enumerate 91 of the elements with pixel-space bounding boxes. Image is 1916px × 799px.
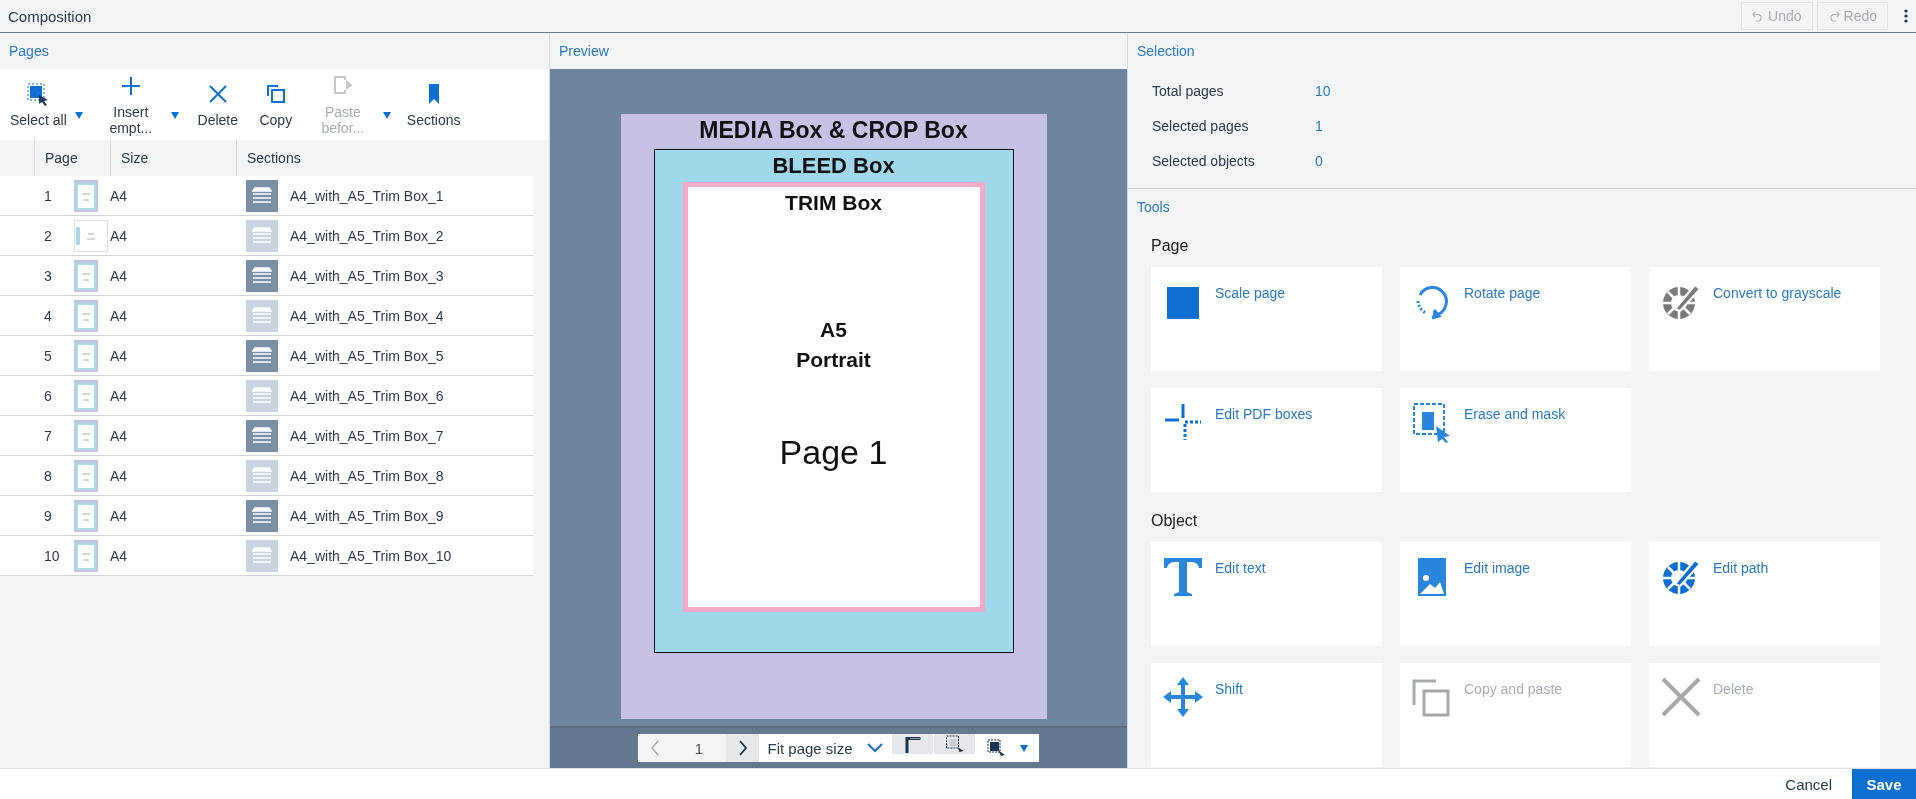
page-number: 1 [43, 187, 53, 204]
media-box-label: MEDIA Box & CROP Box [699, 117, 968, 144]
page-size: A4 [110, 347, 129, 364]
page-size: A4 [110, 467, 129, 484]
section-name: A4_with_A5_Trim Box_5 [290, 347, 444, 364]
tool-card[interactable]: Edit path [1649, 542, 1880, 646]
page-thumbnail[interactable] [74, 379, 98, 412]
chevron-right-icon [737, 740, 748, 756]
chevron-down-icon [866, 743, 883, 753]
chevron-left-icon [649, 740, 660, 756]
tool-card[interactable]: Shift [1151, 663, 1382, 767]
previous-page-button[interactable] [638, 734, 672, 762]
tool-card[interactable]: Edit PDF boxes [1151, 388, 1382, 492]
page-label: Page 1 [779, 433, 888, 472]
selection-cursor-icon [986, 738, 1006, 758]
stat-value: 0 [1315, 152, 1323, 169]
move-arrows-icon [1161, 675, 1205, 719]
group-title: Object [1151, 512, 1199, 530]
page-thumbnail[interactable] [74, 179, 98, 212]
section-name: A4_with_A5_Trim Box_9 [290, 507, 444, 524]
page-size: A4 [110, 227, 129, 244]
page-number: 5 [43, 347, 53, 364]
page-number: 2 [43, 227, 53, 244]
stat-value: 10 [1315, 82, 1331, 99]
panel-title: Preview [559, 43, 609, 59]
tool-card[interactable]: Edit image [1400, 542, 1631, 646]
page-thumbnail[interactable] [74, 299, 98, 332]
toolbar-button[interactable]: Delete [188, 81, 247, 128]
section-name: A4_with_A5_Trim Box_7 [290, 427, 444, 444]
tool-card[interactable]: Erase and mask [1400, 388, 1631, 492]
page-number: 3 [43, 267, 53, 284]
stat-label: Total pages [1152, 82, 1225, 99]
caret-icon[interactable] [74, 112, 83, 119]
section-name: A4_with_A5_Trim Box_6 [290, 387, 444, 404]
page-thumbnail[interactable] [74, 539, 98, 572]
page-size: A4 [110, 267, 129, 284]
section-name: A4_with_A5_Trim Box_4 [290, 307, 444, 324]
page-number: 4 [43, 307, 53, 324]
page-number: 10 [43, 547, 61, 564]
close-icon [1659, 675, 1703, 719]
section-name: A4_with_A5_Trim Box_2 [290, 227, 444, 244]
group-title: Page [1151, 237, 1190, 255]
panel-title: Tools [1137, 199, 1170, 215]
marquee-select-icon[interactable] [933, 734, 975, 754]
page-thumbnail[interactable] [74, 219, 108, 252]
page-number: 6 [43, 387, 53, 404]
page-number: 9 [43, 507, 53, 524]
page-size: A4 [110, 387, 129, 404]
caret-icon[interactable] [170, 112, 179, 119]
section-name: A4_with_A5_Trim Box_8 [290, 467, 444, 484]
section-name: A4_with_A5_Trim Box_10 [290, 547, 452, 564]
page-thumbnail[interactable] [74, 339, 98, 372]
page-thumbnail[interactable] [74, 419, 98, 452]
tool-card[interactable]: Convert to grayscale [1649, 267, 1880, 371]
trim-box-label: TRIM Box [785, 191, 882, 215]
page-size: A4 [110, 187, 129, 204]
stat-label: Selected objects [1152, 152, 1256, 169]
ruler-icon[interactable] [891, 734, 933, 754]
toolbar-button[interactable]: Sections [400, 81, 467, 128]
stat-value: 1 [1315, 117, 1323, 134]
panel-title: Selection [1137, 43, 1195, 59]
stat-label: Selected pages [1152, 117, 1250, 134]
more-options-icon[interactable] [1904, 9, 1908, 23]
undo-icon [1752, 10, 1765, 22]
window-title: Composition [8, 7, 92, 25]
page-size: A4 [110, 547, 129, 564]
bleed-box-label: BLEED Box [772, 153, 895, 179]
section-name: A4_with_A5_Trim Box_1 [290, 187, 444, 204]
section-name: A4_with_A5_Trim Box_3 [290, 267, 444, 284]
page-number: 8 [43, 467, 53, 484]
next-page-button[interactable] [726, 734, 760, 762]
format-label: A5 [820, 317, 847, 343]
panel-title: Pages [9, 43, 49, 59]
tool-card[interactable]: Rotate page [1400, 267, 1631, 371]
tool-card[interactable]: Edit text [1151, 542, 1382, 646]
page-size: A4 [110, 427, 129, 444]
toolbar-button[interactable]: Copy [246, 81, 305, 128]
caret-icon[interactable] [1020, 744, 1028, 752]
redo-icon [1827, 10, 1840, 22]
page-size: A4 [110, 307, 129, 324]
toolbar-button[interactable]: Insert empt... [92, 73, 169, 136]
toolbar-button[interactable]: Select all [4, 81, 73, 128]
page-thumbnail[interactable] [74, 499, 98, 532]
page-thumbnail[interactable] [74, 259, 98, 292]
page-thumbnail[interactable] [74, 459, 98, 492]
save-button[interactable]: Save [1852, 769, 1916, 799]
format-label: Portrait [796, 347, 871, 373]
page-number-field[interactable]: 1 [671, 734, 727, 762]
page-size: A4 [110, 507, 129, 524]
page-number: 7 [43, 427, 53, 444]
tool-card[interactable]: Scale page [1151, 267, 1382, 371]
